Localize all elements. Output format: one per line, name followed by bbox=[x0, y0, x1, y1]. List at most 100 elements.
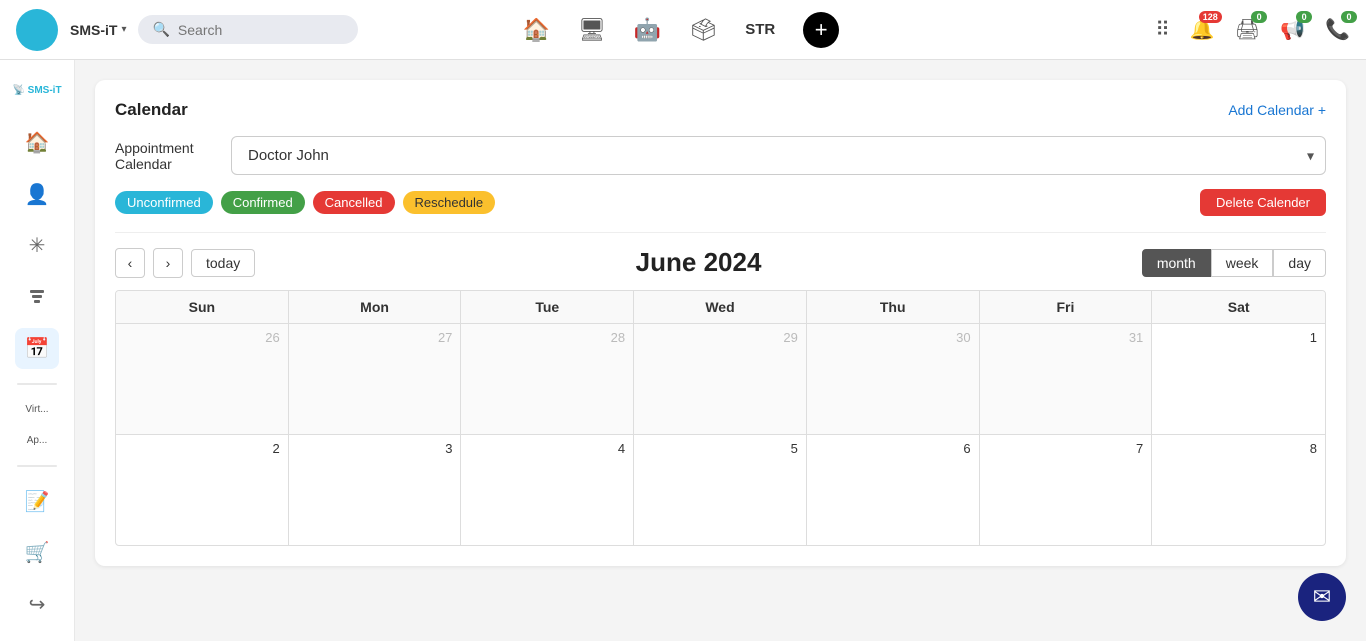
day-header-mon: Mon bbox=[289, 291, 462, 323]
day-header-tue: Tue bbox=[461, 291, 634, 323]
cal-date: 28 bbox=[469, 330, 625, 345]
sidebar-text-virt[interactable]: Virt... bbox=[7, 399, 67, 420]
cal-date: 2 bbox=[124, 441, 280, 456]
monitor-nav-icon[interactable]: 🖥 bbox=[578, 17, 606, 43]
prev-month-button[interactable]: ‹ bbox=[115, 248, 145, 278]
calendar-grid: Sun Mon Tue Wed Thu Fri Sat 26 27 28 29 … bbox=[115, 290, 1326, 546]
cal-date: 4 bbox=[469, 441, 625, 456]
cal-cell-2[interactable]: 2 bbox=[116, 435, 289, 545]
cal-cell-3[interactable]: 3 bbox=[289, 435, 462, 545]
sidebar-item-calendar[interactable]: 📅 bbox=[15, 328, 59, 369]
cal-cell-26[interactable]: 26 bbox=[116, 324, 289, 434]
brand-name: SMS-iT bbox=[70, 22, 117, 38]
nav-icons: ⠿ 🔔 128 🖨 0 📢 0 📞 0 bbox=[1155, 17, 1350, 42]
str-nav-label[interactable]: STR bbox=[745, 21, 775, 38]
nav-center-icons: 🏠 🖥 🤖 🗳 STR + bbox=[523, 12, 840, 48]
cal-cell-29[interactable]: 29 bbox=[634, 324, 807, 434]
main-layout: 📡 SMS-iT 🏠 👤 ✳ 📅 Virt... Ap... 📝 🛒 ↪ Cal… bbox=[0, 60, 1366, 641]
doctor-select-wrap: Doctor John Doctor Smith Doctor Lee ▾ bbox=[231, 136, 1326, 175]
home-nav-icon[interactable]: 🏠 bbox=[523, 17, 550, 43]
day-header-fri: Fri bbox=[980, 291, 1153, 323]
cal-header-row: Sun Mon Tue Wed Thu Fri Sat bbox=[116, 291, 1325, 324]
badge-unconfirmed: Unconfirmed bbox=[115, 191, 213, 214]
cal-cell-4[interactable]: 4 bbox=[461, 435, 634, 545]
megaphone-icon[interactable]: 📢 0 bbox=[1280, 17, 1305, 42]
search-input[interactable] bbox=[178, 22, 345, 38]
cal-cell-28[interactable]: 28 bbox=[461, 324, 634, 434]
search-bar[interactable]: 🔍 bbox=[138, 15, 358, 44]
day-header-sat: Sat bbox=[1152, 291, 1325, 323]
brand-dropdown[interactable]: SMS-iT ▾ bbox=[70, 22, 126, 38]
topnav: SMS-iT ▾ 🔍 🏠 🖥 🤖 🗳 STR + ⠿ 🔔 128 🖨 0 📢 0… bbox=[0, 0, 1366, 60]
cal-date: 7 bbox=[988, 441, 1144, 456]
cal-cell-27[interactable]: 27 bbox=[289, 324, 462, 434]
sidebar-item-edit[interactable]: 📝 bbox=[15, 481, 59, 522]
cal-date: 5 bbox=[642, 441, 798, 456]
notifications-icon[interactable]: 🔔 128 bbox=[1190, 17, 1215, 42]
logo-avatar bbox=[16, 9, 58, 51]
phone-icon[interactable]: 📞 0 bbox=[1325, 17, 1350, 42]
print-badge: 0 bbox=[1251, 11, 1267, 23]
chevron-down-icon: ▾ bbox=[121, 24, 126, 35]
cal-cell-30[interactable]: 30 bbox=[807, 324, 980, 434]
day-header-thu: Thu bbox=[807, 291, 980, 323]
cal-date: 27 bbox=[297, 330, 453, 345]
cal-date: 30 bbox=[815, 330, 971, 345]
cal-view-buttons: month week day bbox=[1142, 249, 1326, 277]
badge-confirmed: Confirmed bbox=[221, 191, 305, 214]
cal-cell-5[interactable]: 5 bbox=[634, 435, 807, 545]
sidebar-logo: 📡 SMS-iT bbox=[12, 76, 62, 104]
cal-date: 8 bbox=[1160, 441, 1317, 456]
cal-cell-8[interactable]: 8 bbox=[1152, 435, 1325, 545]
add-button[interactable]: + bbox=[803, 12, 839, 48]
cal-cell-6[interactable]: 6 bbox=[807, 435, 980, 545]
today-button[interactable]: today bbox=[191, 249, 255, 277]
calendar-card: Calendar Add Calendar + AppointmentCalen… bbox=[95, 80, 1346, 566]
cal-cell-7[interactable]: 7 bbox=[980, 435, 1153, 545]
cal-date: 1 bbox=[1160, 330, 1317, 345]
megaphone-badge: 0 bbox=[1296, 11, 1312, 23]
sidebar-item-home[interactable]: 🏠 bbox=[15, 122, 59, 163]
cal-date: 29 bbox=[642, 330, 798, 345]
phone-badge: 0 bbox=[1341, 11, 1357, 23]
sidebar-text-ap[interactable]: Ap... bbox=[7, 430, 67, 451]
view-week-button[interactable]: week bbox=[1211, 249, 1274, 277]
next-month-button[interactable]: › bbox=[153, 248, 183, 278]
sidebar-logo-text: 📡 SMS-iT bbox=[12, 85, 61, 96]
sidebar-divider-2 bbox=[17, 465, 57, 467]
view-day-button[interactable]: day bbox=[1273, 249, 1326, 277]
robot-nav-icon[interactable]: 🤖 bbox=[634, 17, 661, 43]
chat-bubble[interactable]: ✉ bbox=[1298, 573, 1346, 621]
cal-cell-31[interactable]: 31 bbox=[980, 324, 1153, 434]
cal-date: 6 bbox=[815, 441, 971, 456]
sidebar-item-export[interactable]: ↪ bbox=[15, 584, 59, 625]
cal-week-2: 2 3 4 5 6 7 8 bbox=[116, 435, 1325, 545]
sidebar-item-user[interactable]: 👤 bbox=[15, 174, 59, 215]
status-badges-row: Unconfirmed Confirmed Cancelled Reschedu… bbox=[115, 189, 1326, 216]
search-icon: 🔍 bbox=[152, 21, 169, 38]
doctor-select[interactable]: Doctor John Doctor Smith Doctor Lee bbox=[231, 136, 1326, 175]
grid-icon[interactable]: ⠿ bbox=[1155, 17, 1170, 42]
delete-calendar-button[interactable]: Delete Calender bbox=[1200, 189, 1326, 216]
sidebar-divider bbox=[17, 383, 57, 385]
cal-cell-1[interactable]: 1 bbox=[1152, 324, 1325, 434]
calendar-title: Calendar bbox=[115, 100, 188, 120]
sidebar-item-cart[interactable]: 🛒 bbox=[15, 532, 59, 573]
appointment-calendar-label: AppointmentCalendar bbox=[115, 140, 215, 172]
day-header-sun: Sun bbox=[116, 291, 289, 323]
view-month-button[interactable]: month bbox=[1142, 249, 1211, 277]
appointment-row: AppointmentCalendar Doctor John Doctor S… bbox=[115, 136, 1326, 175]
add-calendar-link[interactable]: Add Calendar + bbox=[1228, 102, 1326, 118]
print-icon[interactable]: 🖨 0 bbox=[1235, 17, 1260, 42]
month-title: June 2024 bbox=[263, 247, 1134, 278]
cal-date: 3 bbox=[297, 441, 453, 456]
cal-date: 31 bbox=[988, 330, 1144, 345]
cal-week-1: 26 27 28 29 30 31 1 bbox=[116, 324, 1325, 435]
tray-nav-icon[interactable]: 🗳 bbox=[689, 17, 717, 43]
sidebar-item-funnel[interactable] bbox=[15, 276, 59, 317]
notification-badge: 128 bbox=[1199, 11, 1222, 23]
calendar-controls: ‹ › today June 2024 month week day bbox=[115, 247, 1326, 278]
sidebar-item-network[interactable]: ✳ bbox=[15, 225, 59, 266]
cal-date: 26 bbox=[124, 330, 280, 345]
day-header-wed: Wed bbox=[634, 291, 807, 323]
